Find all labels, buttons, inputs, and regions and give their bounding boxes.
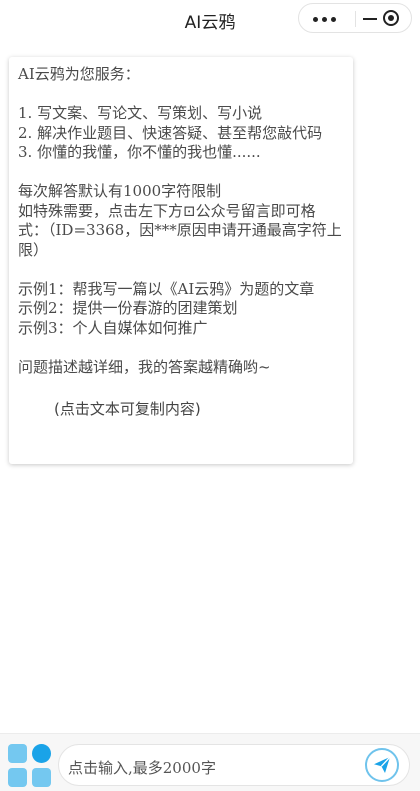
- message-line: 问题描述越详细，我的答案越精确哟~: [18, 357, 271, 376]
- message-line: 2. 解决作业题目、快速答疑、甚至帮您敲代码: [18, 123, 323, 142]
- message-line: 1. 写文案、写论文、写策划、写小说: [18, 104, 263, 122]
- message-line: 示例2：提供一份春游的团建策划: [18, 299, 238, 317]
- message-line: 3. 你懂的我懂，你不懂的我也懂......: [18, 143, 261, 161]
- chat-page: AI云鸦 AI云鸦为您服务： 1. 写文案、写论文、写策划、写小说 2. 解决作…: [0, 0, 420, 791]
- input-placeholder: 点击输入,最多2000字: [68, 759, 216, 777]
- grid-menu-icon[interactable]: [8, 744, 52, 788]
- minimize-icon[interactable]: [363, 18, 377, 20]
- nav-bar: AI云鸦: [0, 0, 420, 38]
- message-line: 每次解答默认有1000字符限制: [18, 182, 222, 200]
- more-dots-icon[interactable]: [313, 17, 339, 23]
- copy-hint: (点击文本可复制内容): [54, 399, 201, 418]
- target-circle-icon[interactable]: [383, 10, 399, 26]
- message-line: 如特殊需要，点击左下方⊡公众号留言即可格式：（ID=3368，因***原因申请开…: [18, 201, 342, 259]
- message-line: AI云鸦为您服务：: [18, 65, 140, 83]
- message-input[interactable]: 点击输入,最多2000字: [58, 744, 410, 786]
- message-line: 示例1：帮我写一篇以《AI云鸦》为题的文章: [18, 279, 315, 298]
- send-paper-plane-icon[interactable]: [365, 748, 399, 782]
- message-card[interactable]: AI云鸦为您服务： 1. 写文案、写论文、写策划、写小说 2. 解决作业题目、快…: [9, 57, 353, 464]
- message-line: 示例3：个人自媒体如何推广: [18, 318, 208, 337]
- input-bar: 点击输入,最多2000字: [0, 733, 420, 791]
- capsule-divider: [355, 11, 356, 27]
- mini-program-capsule: [298, 3, 412, 33]
